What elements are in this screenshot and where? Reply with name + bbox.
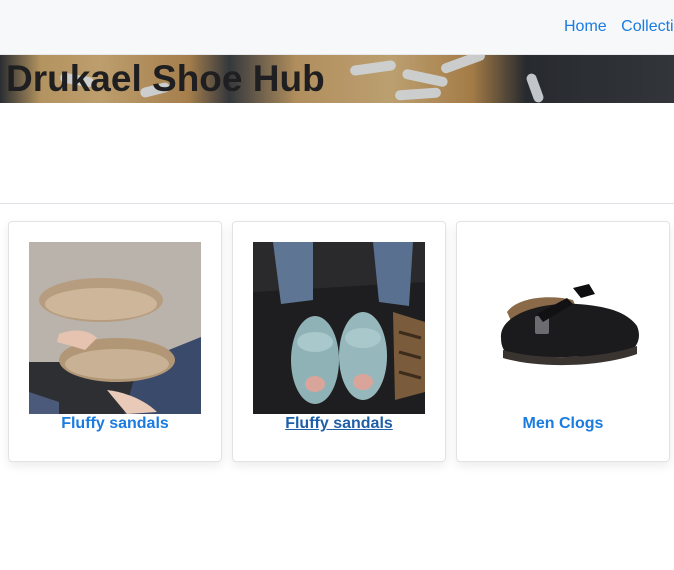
nav-link-home[interactable]: Home xyxy=(564,18,607,35)
product-image xyxy=(29,242,201,414)
product-card[interactable]: Fluffy sandals xyxy=(8,221,222,462)
product-card[interactable]: Fluffy sandals xyxy=(232,221,446,462)
site-title: Drukael Shoe Hub xyxy=(6,58,325,99)
section-divider xyxy=(0,203,674,204)
blue-fluffy-sandals-photo[interactable] xyxy=(253,242,425,414)
product-image xyxy=(477,242,649,414)
black-clogs-photo[interactable] xyxy=(477,242,649,414)
beige-fluffy-sandals-photo[interactable] xyxy=(29,242,201,414)
nav-link-collections[interactable]: Collecti xyxy=(621,18,673,35)
hero-banner: Drukael Shoe Hub xyxy=(0,55,674,103)
product-card[interactable]: Men Clogs xyxy=(456,221,670,462)
product-name[interactable]: Fluffy sandals xyxy=(233,415,445,433)
product-image xyxy=(253,242,425,414)
product-name[interactable]: Men Clogs xyxy=(457,415,669,433)
nav-links: Home Collecti xyxy=(564,18,674,36)
product-name[interactable]: Fluffy sandals xyxy=(9,415,221,433)
top-navbar: Home Collecti xyxy=(0,0,674,55)
